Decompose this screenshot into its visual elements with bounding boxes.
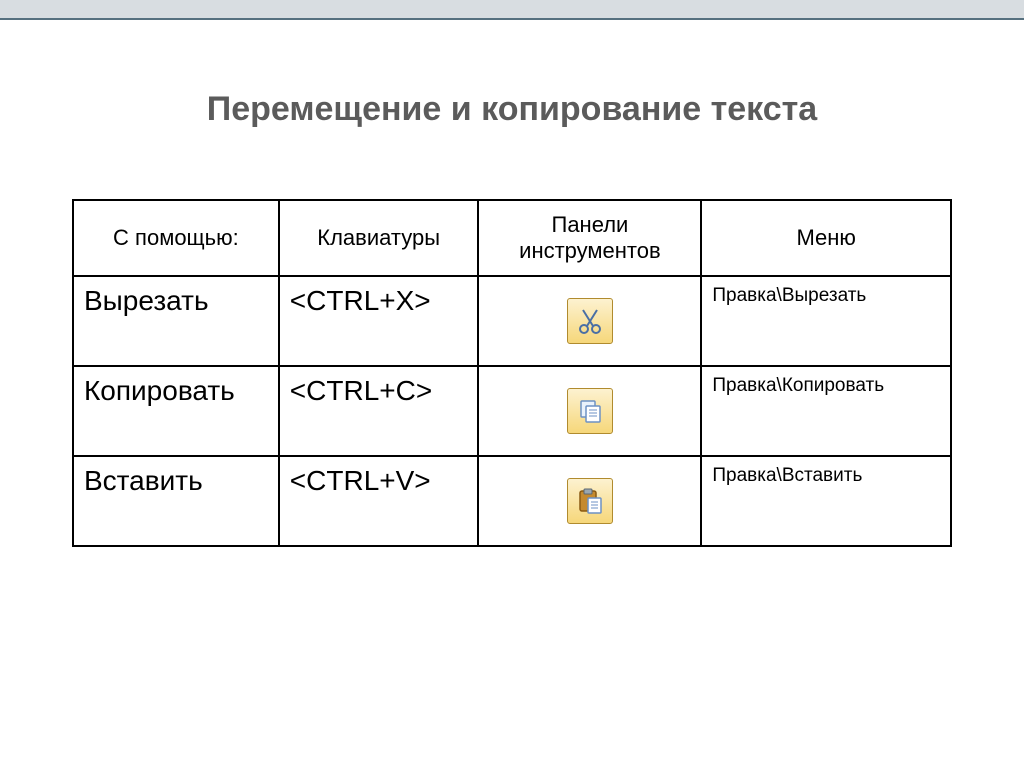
shortcut-label: <CTRL+C> [279,366,479,456]
table-row: Вырезать <CTRL+X> Правка\Вырезать [73,276,951,366]
shortcuts-table: С помощью: Клавиатуры Панели инструменто… [72,199,952,547]
menu-path-label: Правка\Вставить [701,456,951,546]
toolbar-icon-cell [478,456,701,546]
operation-label: Вставить [73,456,279,546]
copy-icon [567,388,613,434]
toolbar-icon-cell [478,276,701,366]
menu-path-label: Правка\Копировать [701,366,951,456]
slide-top-border [0,0,1024,20]
table-row: Вставить <CTRL+V> Правка\Вставить [73,456,951,546]
header-toolbar: Панели инструментов [478,200,701,276]
slide-body: Перемещение и копирование текста С помощ… [0,20,1024,547]
paste-icon [567,478,613,524]
header-using: С помощью: [73,200,279,276]
header-keyboard: Клавиатуры [279,200,479,276]
cut-icon [567,298,613,344]
table-header-row: С помощью: Клавиатуры Панели инструменто… [73,200,951,276]
menu-path-label: Правка\Вырезать [701,276,951,366]
shortcut-label: <CTRL+V> [279,456,479,546]
toolbar-icon-cell [478,366,701,456]
operation-label: Вырезать [73,276,279,366]
operation-label: Копировать [73,366,279,456]
slide-title: Перемещение и копирование текста [40,90,984,129]
table-row: Копировать <CTRL+C> Правка\Копировать [73,366,951,456]
header-menu: Меню [701,200,951,276]
shortcut-label: <CTRL+X> [279,276,479,366]
